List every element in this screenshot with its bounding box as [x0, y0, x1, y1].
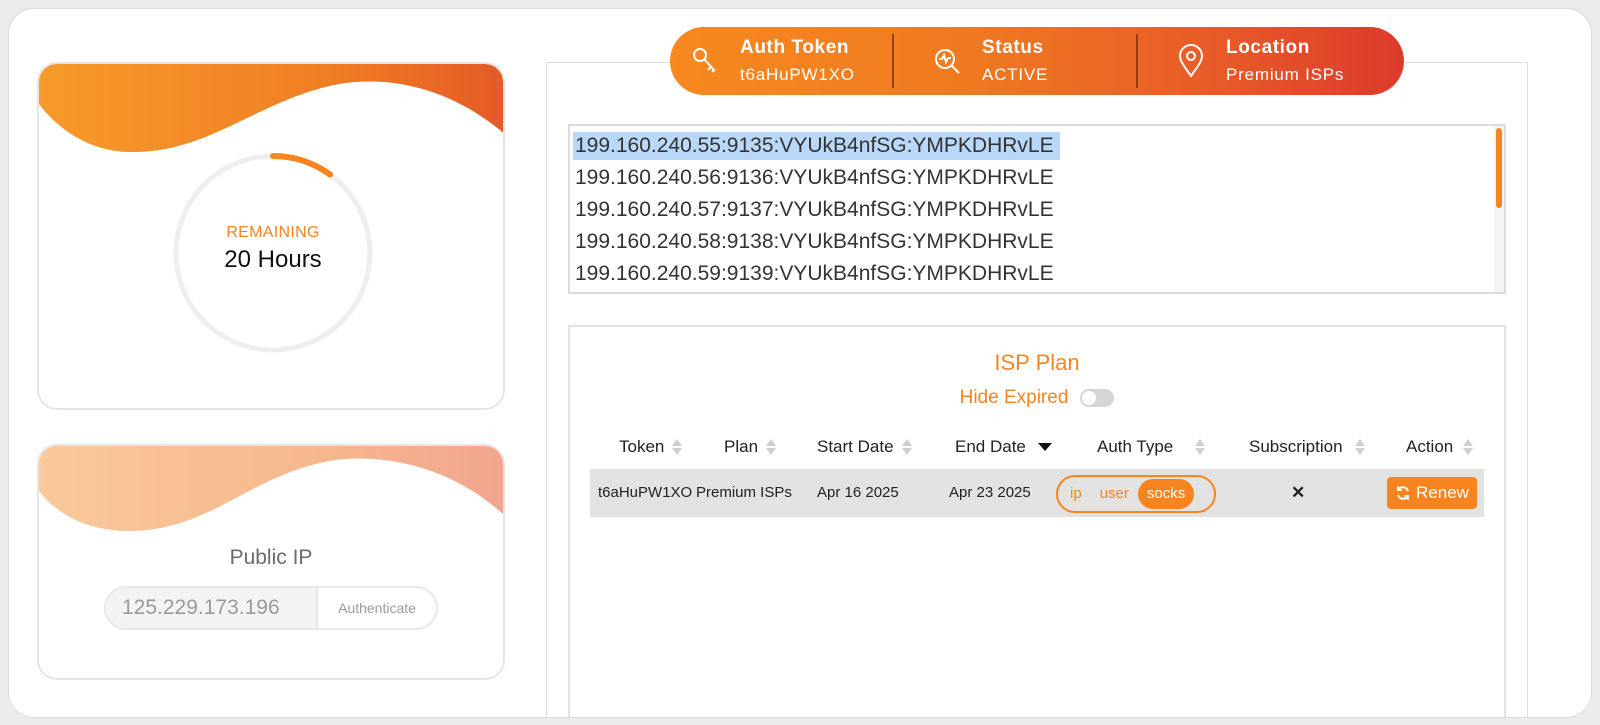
public-ip-title: Public IP	[229, 546, 313, 569]
status-title: Status	[982, 37, 1044, 58]
remaining-card: REMAINING 20 Hours	[37, 62, 505, 410]
search-chart-icon	[932, 43, 962, 79]
location-title: Location	[1226, 37, 1310, 58]
column-header-label: Start Date	[817, 437, 894, 456]
app-window: REMAINING 20 Hours Public IP 125.229.173…	[8, 8, 1592, 718]
sort-descending-icon	[1037, 443, 1052, 451]
column-header-label: End Date	[955, 437, 1026, 456]
hide-expired-row: Hide Expired	[570, 387, 1504, 409]
wave-decoration	[39, 446, 503, 531]
sort-icon	[766, 439, 777, 455]
column-header-token[interactable]: Token	[619, 437, 683, 457]
table-row: t6aHuPW1XO Premium ISPs Apr 16 2025 Apr …	[590, 469, 1484, 517]
column-header-label: Subscription	[1249, 437, 1343, 456]
cell-start-date: Apr 16 2025	[817, 484, 899, 501]
proxy-line[interactable]: 199.160.240.57:9137:VYUkB4nfSG:YMPKDHRvL…	[573, 196, 1060, 224]
column-header-action[interactable]: Action	[1406, 437, 1474, 457]
sort-icon	[672, 439, 683, 455]
location-value: Premium ISPs	[1226, 65, 1345, 84]
cell-plan: Premium ISPs	[696, 484, 792, 501]
remaining-value: 20 Hours	[224, 246, 322, 273]
remaining-label: REMAINING	[226, 224, 320, 241]
renew-button[interactable]: Renew	[1387, 477, 1477, 509]
info-bar: Auth Token t6aHuPW1XO Status ACTIVE Loca…	[670, 27, 1404, 95]
auth-option-ip[interactable]: ip	[1061, 479, 1091, 509]
key-icon	[690, 43, 720, 79]
status-info: Status ACTIVE	[894, 27, 1136, 95]
column-header-label: Plan	[724, 437, 759, 456]
sort-icon	[1195, 439, 1206, 455]
authenticate-button[interactable]: Authenticate	[316, 588, 436, 628]
remaining-progress-ring: REMAINING 20 Hours	[171, 151, 375, 355]
scrollbar-thumb[interactable]	[1496, 128, 1502, 208]
public-ip-group: 125.229.173.196 Authenticate	[104, 586, 438, 630]
public-ip-card: Public IP 125.229.173.196 Authenticate	[37, 444, 505, 680]
column-header-label: Action	[1406, 437, 1454, 456]
isp-plan-section: ISP Plan Hide Expired Token Plan Start D…	[568, 325, 1506, 717]
proxy-list-textarea[interactable]: 199.160.240.55:9135:VYUkB4nfSG:YMPKDHRvL…	[568, 124, 1506, 294]
subscription-x-icon: ✕	[1291, 483, 1306, 502]
plan-title: ISP Plan	[994, 350, 1080, 375]
cell-token: t6aHuPW1XO	[598, 484, 693, 501]
column-header-auth-type[interactable]: Auth Type	[1097, 437, 1206, 457]
toggle-knob	[1082, 391, 1097, 405]
auth-token-value: t6aHuPW1XO	[740, 65, 855, 84]
column-header-label: Token	[619, 437, 665, 456]
refresh-icon	[1395, 485, 1411, 501]
cell-end-date: Apr 23 2025	[949, 484, 1031, 501]
proxy-line[interactable]: 199.160.240.58:9138:VYUkB4nfSG:YMPKDHRvL…	[573, 228, 1060, 256]
location-pin-icon	[1176, 43, 1206, 79]
hide-expired-label: Hide Expired	[959, 387, 1069, 408]
column-header-start-date[interactable]: Start Date	[817, 437, 912, 457]
hide-expired-toggle[interactable]	[1080, 389, 1115, 407]
auth-token-info: Auth Token t6aHuPW1XO	[670, 27, 892, 95]
column-header-end-date[interactable]: End Date	[955, 437, 1052, 457]
auth-type-selector: ip user socks	[1056, 475, 1216, 513]
sort-icon	[1354, 439, 1365, 455]
location-info: Location Premium ISPs	[1138, 27, 1344, 95]
auth-option-socks[interactable]: socks	[1137, 479, 1195, 509]
column-header-plan[interactable]: Plan	[724, 437, 777, 457]
auth-option-user[interactable]: user	[1091, 479, 1138, 509]
column-header-label: Auth Type	[1097, 437, 1174, 456]
sort-icon	[1463, 439, 1474, 455]
renew-label: Renew	[1416, 483, 1469, 502]
sort-icon	[901, 439, 912, 455]
auth-token-title: Auth Token	[740, 37, 850, 58]
scrollbar[interactable]	[1494, 126, 1504, 292]
proxy-line[interactable]: 199.160.240.55:9135:VYUkB4nfSG:YMPKDHRvL…	[573, 132, 1060, 160]
status-value: ACTIVE	[982, 65, 1049, 84]
proxy-line[interactable]: 199.160.240.56:9136:VYUkB4nfSG:YMPKDHRvL…	[573, 164, 1060, 192]
proxy-line[interactable]: 199.160.240.59:9139:VYUkB4nfSG:YMPKDHRvL…	[573, 260, 1060, 288]
column-header-subscription[interactable]: Subscription	[1249, 437, 1365, 457]
public-ip-field[interactable]: 125.229.173.196	[106, 588, 316, 628]
